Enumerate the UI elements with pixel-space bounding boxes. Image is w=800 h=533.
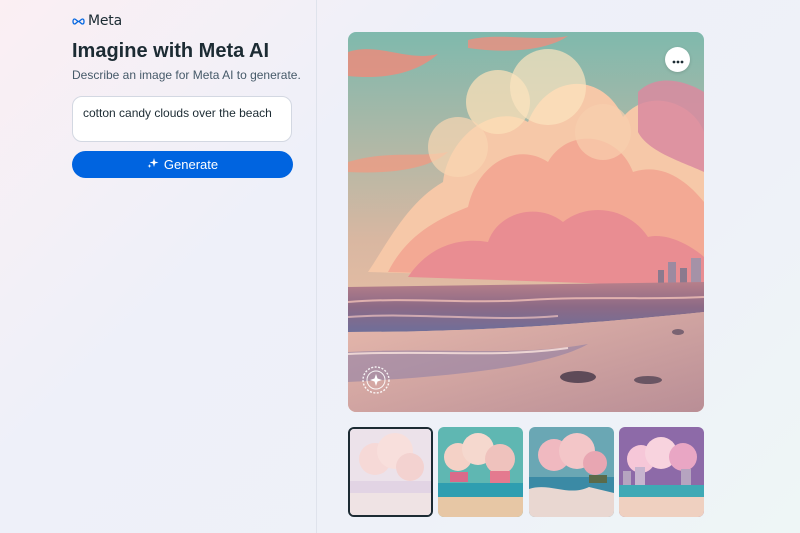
prompt-input[interactable]: cotton candy clouds over the beach xyxy=(72,96,292,142)
more-horizontal-icon xyxy=(672,52,684,67)
brand-name: Meta xyxy=(88,13,122,29)
panel-divider xyxy=(316,0,317,533)
image-thumbnail-1[interactable] xyxy=(348,427,433,517)
prompt-panel: Meta Imagine with Meta AI Describe an im… xyxy=(0,0,316,533)
sparkle-icon xyxy=(147,157,159,172)
imagined-with-ai-badge-icon xyxy=(361,365,391,395)
image-thumbnail-2[interactable] xyxy=(438,427,523,517)
page-title: Imagine with Meta AI xyxy=(72,40,270,62)
page-subtitle: Describe an image for Meta AI to generat… xyxy=(72,68,301,82)
meta-infinity-icon xyxy=(72,17,85,26)
generate-button[interactable]: Generate xyxy=(72,151,293,178)
image-thumbnail-3[interactable] xyxy=(529,427,614,517)
more-options-button[interactable] xyxy=(665,47,690,72)
meta-logo[interactable]: Meta xyxy=(72,13,122,29)
generate-button-label: Generate xyxy=(163,157,219,172)
generated-image[interactable] xyxy=(348,32,704,412)
image-thumbnail-4[interactable] xyxy=(619,427,704,517)
